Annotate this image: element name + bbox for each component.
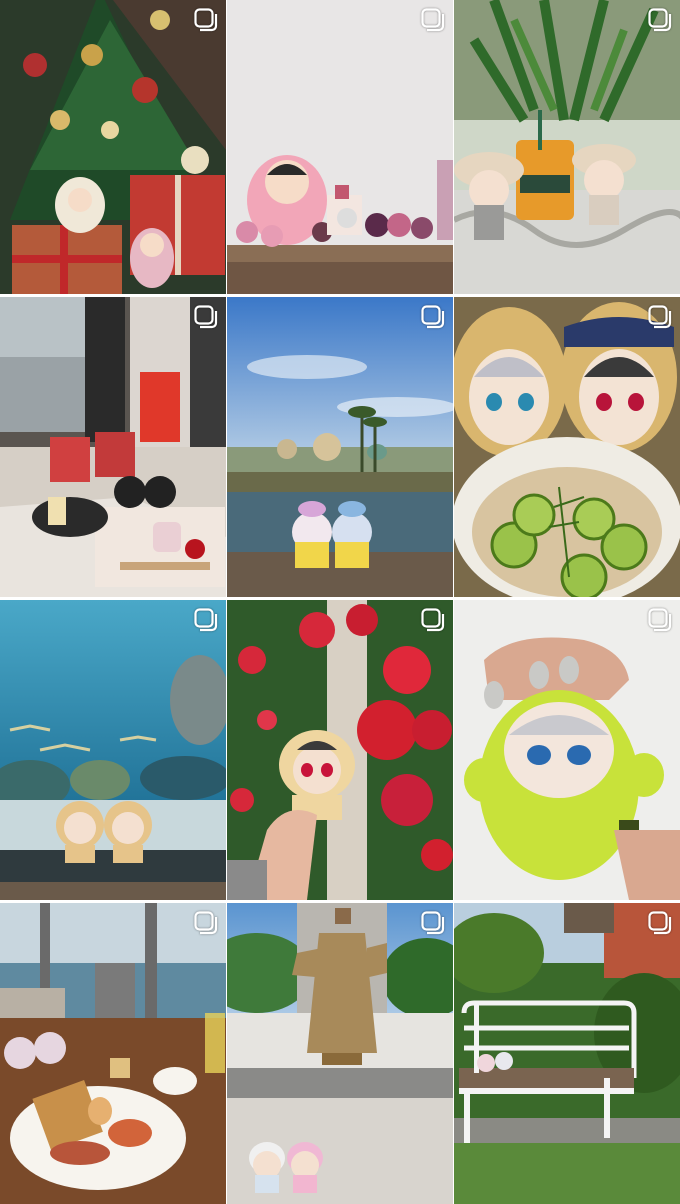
post-thumbnail[interactable] xyxy=(454,600,680,900)
post-image xyxy=(227,903,453,1204)
carousel-icon xyxy=(421,8,445,32)
post-image xyxy=(454,0,680,294)
post-thumbnail[interactable] xyxy=(454,297,680,597)
post-thumbnail[interactable] xyxy=(454,0,680,294)
post-grid xyxy=(0,0,680,1204)
carousel-icon xyxy=(194,608,218,632)
carousel-icon xyxy=(421,305,445,329)
post-image xyxy=(0,903,226,1204)
carousel-icon xyxy=(648,8,672,32)
carousel-icon xyxy=(194,8,218,32)
carousel-icon xyxy=(648,911,672,935)
post-image xyxy=(227,297,453,597)
carousel-icon xyxy=(421,911,445,935)
post-image xyxy=(454,600,680,900)
post-thumbnail[interactable] xyxy=(0,0,226,294)
carousel-icon xyxy=(421,608,445,632)
post-thumbnail[interactable] xyxy=(0,297,226,597)
post-image xyxy=(454,903,680,1204)
post-image xyxy=(227,0,453,294)
post-thumbnail[interactable] xyxy=(0,903,226,1204)
post-image xyxy=(454,297,680,597)
post-thumbnail[interactable] xyxy=(227,0,453,294)
post-thumbnail[interactable] xyxy=(227,600,453,900)
carousel-icon xyxy=(194,911,218,935)
post-thumbnail[interactable] xyxy=(454,903,680,1204)
post-image xyxy=(0,297,226,597)
post-thumbnail[interactable] xyxy=(227,297,453,597)
post-thumbnail[interactable] xyxy=(227,903,453,1204)
carousel-icon xyxy=(194,305,218,329)
post-image xyxy=(227,600,453,900)
post-thumbnail[interactable] xyxy=(0,600,226,900)
post-image xyxy=(0,600,226,900)
carousel-icon xyxy=(648,305,672,329)
carousel-icon xyxy=(648,608,672,632)
post-image xyxy=(0,0,226,294)
